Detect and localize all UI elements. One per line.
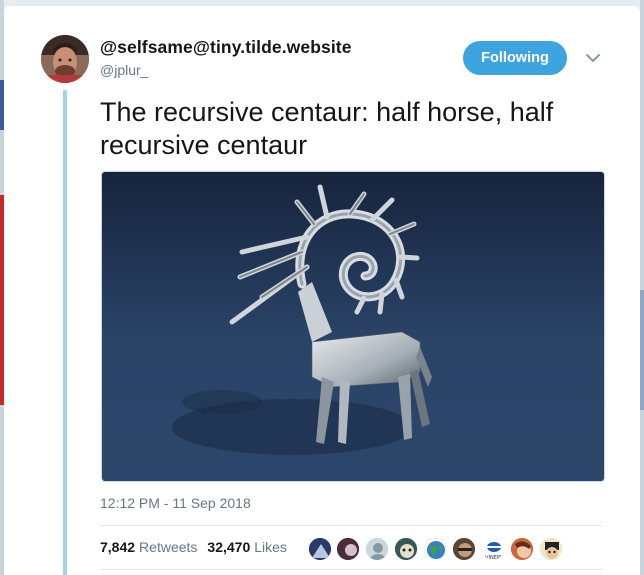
liker-avatar-default[interactable] — [365, 537, 389, 561]
retweets-label: Retweets — [139, 539, 198, 555]
tweet-timestamp[interactable]: 12:12 PM - 11 Sep 2018 — [100, 495, 251, 511]
globe-icon[interactable] — [423, 537, 447, 561]
chevron-down-icon[interactable] — [584, 49, 602, 67]
likes-count: 32,470 — [207, 539, 251, 555]
tweet-text: The recursive centaur: half horse, half … — [100, 97, 554, 160]
thread-line — [63, 90, 67, 575]
liker-logo-text: VINEPY — [485, 555, 504, 561]
tweet-card: @selfsame@tiny.tilde.website @jplur_ Fol… — [4, 6, 640, 575]
divider — [100, 525, 602, 526]
likes-stat[interactable]: 32,470 Likes — [207, 539, 287, 555]
divider — [100, 569, 602, 570]
following-button[interactable]: Following — [463, 41, 567, 75]
liker-avatar-9[interactable] — [539, 537, 563, 561]
background-right-strip — [640, 0, 644, 575]
liker-avatar-logo[interactable]: VINEPY — [481, 537, 505, 561]
liker-avatar-8[interactable] — [510, 537, 534, 561]
retweets-count: 7,842 — [100, 539, 136, 555]
author-handle[interactable]: @jplur_ — [100, 62, 148, 78]
liker-avatar-1[interactable] — [308, 537, 332, 561]
tweet-stats: 7,842 Retweets 32,470 Likes — [100, 539, 297, 555]
likes-label: Likes — [254, 539, 287, 555]
liker-avatar-6[interactable] — [452, 537, 476, 561]
author-display-name[interactable]: @selfsame@tiny.tilde.website — [100, 37, 352, 58]
background-accent — [640, 290, 644, 410]
liker-avatar-4[interactable] — [394, 537, 418, 561]
author-avatar[interactable] — [41, 35, 89, 83]
liker-avatar-2[interactable] — [336, 537, 360, 561]
retweets-stat[interactable]: 7,842 Retweets — [100, 539, 197, 555]
tweet-media-image[interactable] — [101, 171, 605, 482]
